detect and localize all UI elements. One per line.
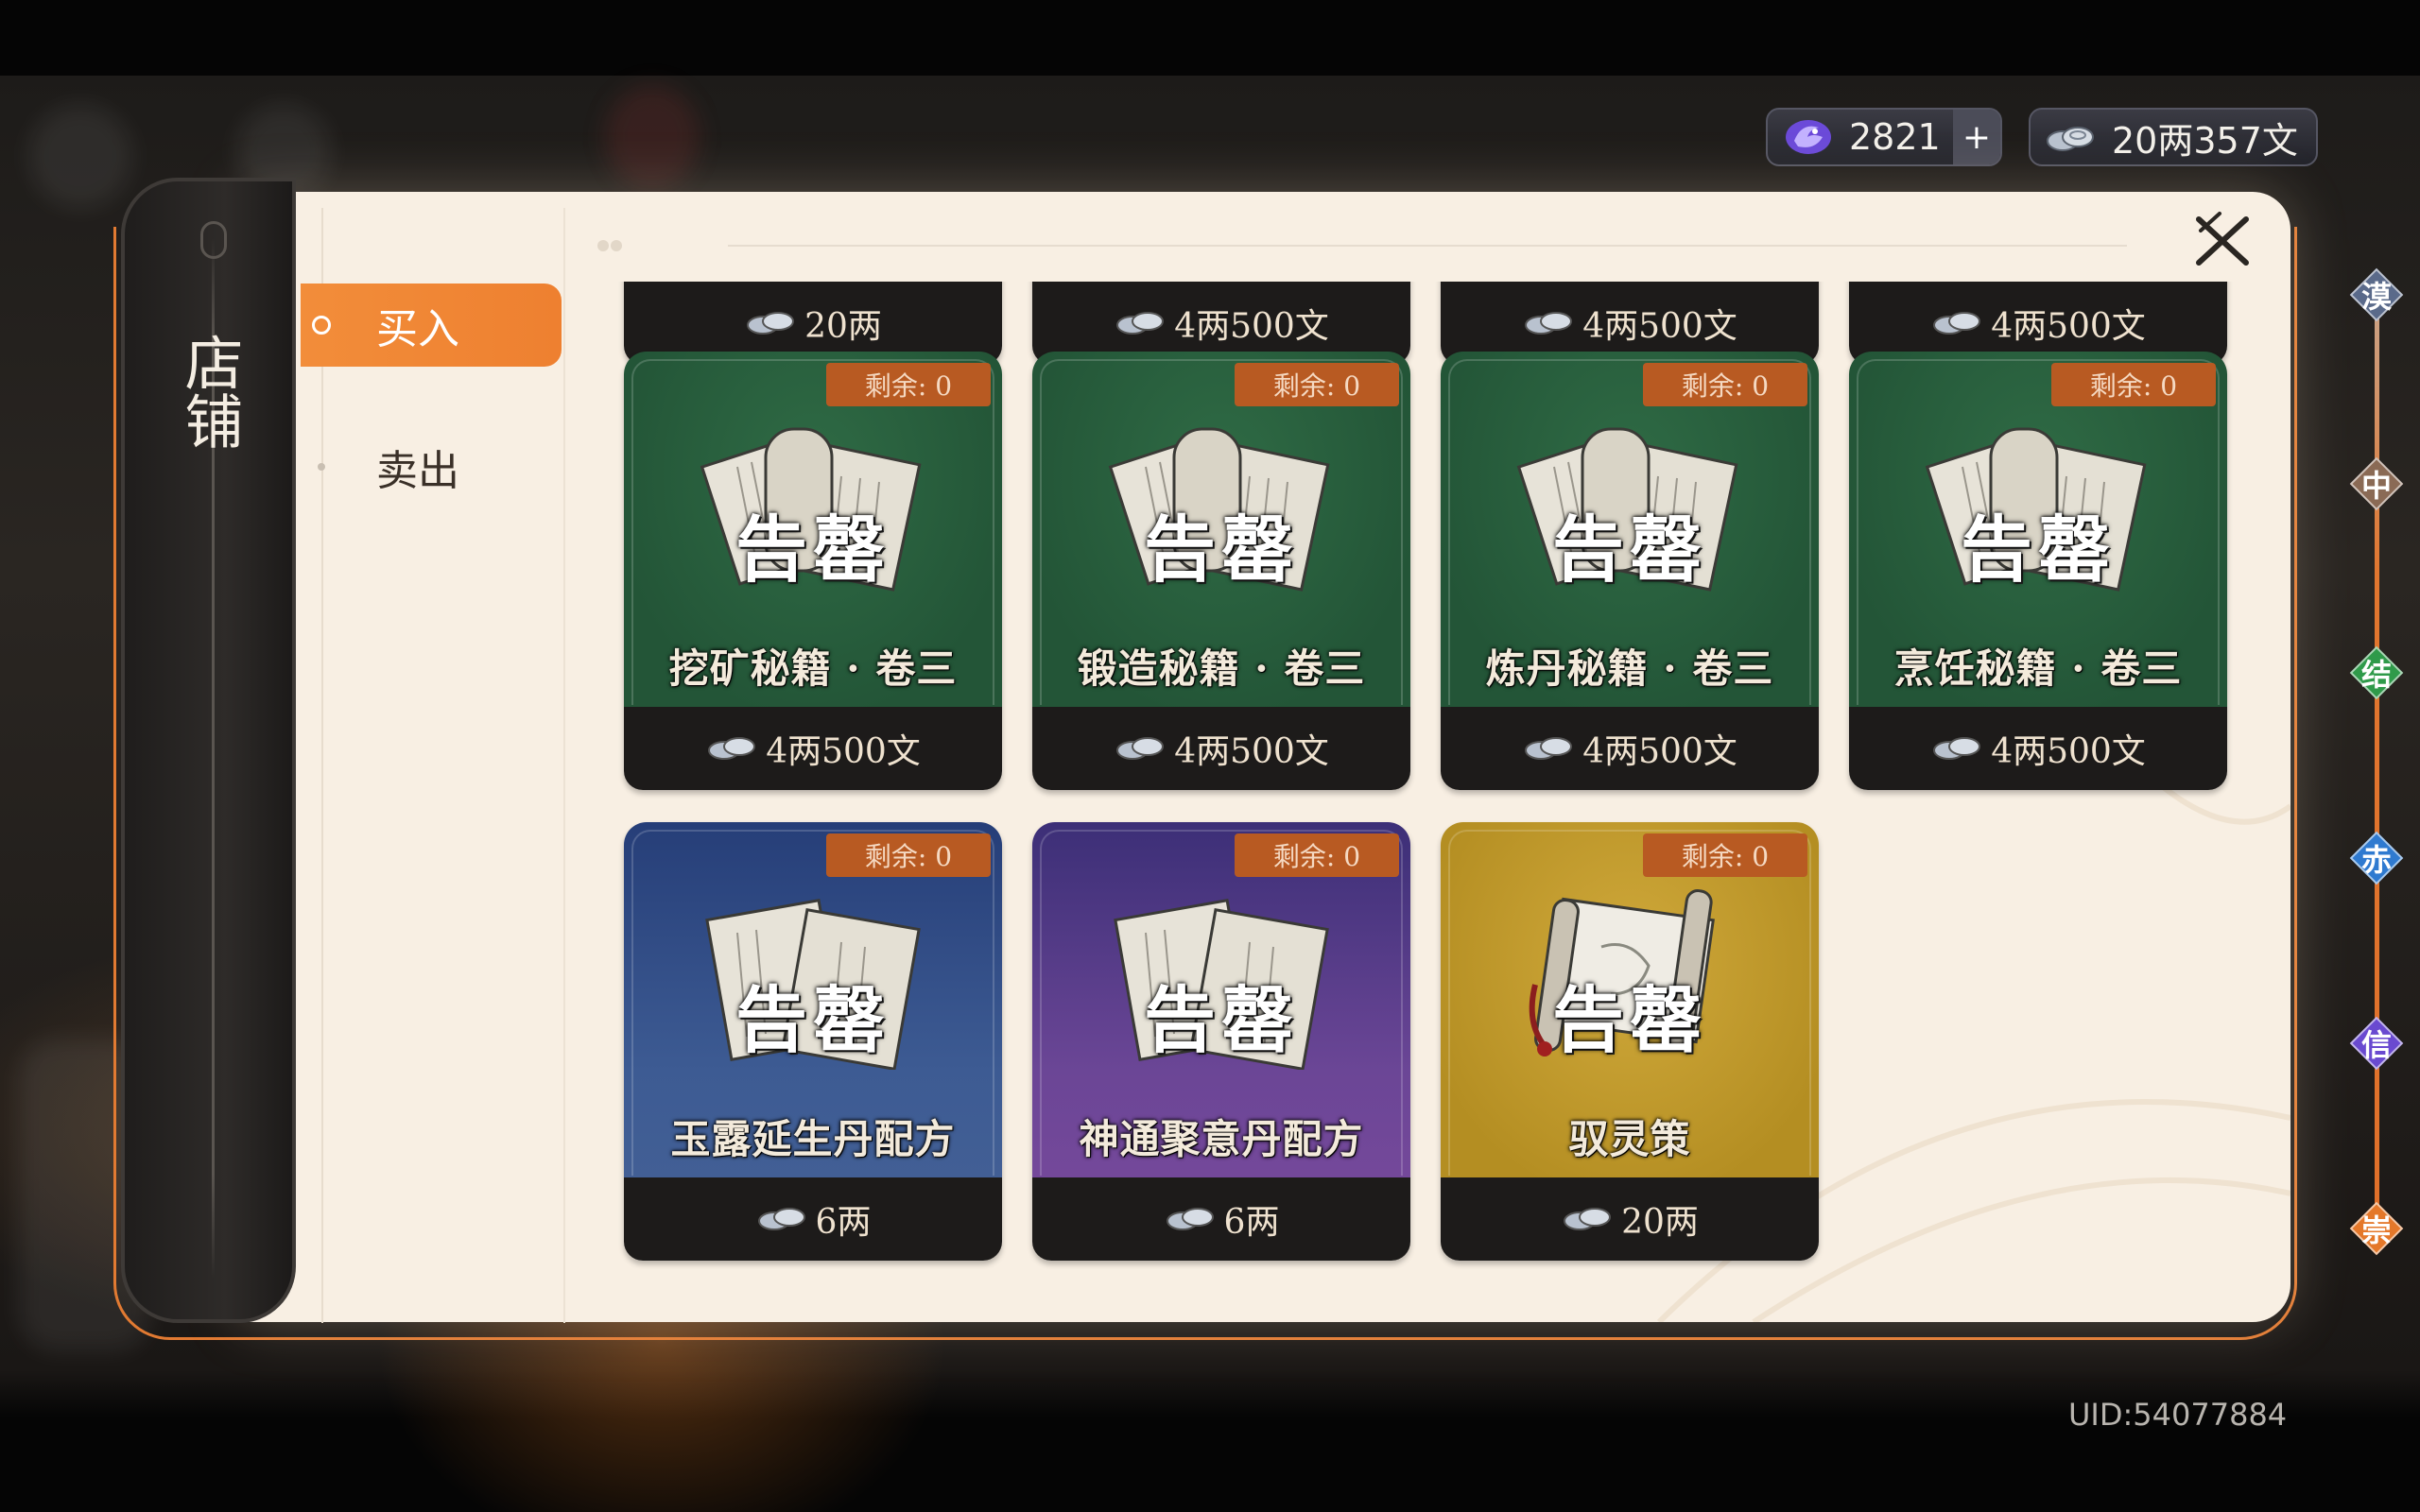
- item-remaining: 剩余: 0: [2051, 363, 2216, 406]
- item-card[interactable]: 剩余: 0 告罄玉露延生丹配方 6两: [624, 822, 1002, 1261]
- nav-label: 赤: [2360, 842, 2392, 878]
- item-name: 烹饪秘籍 · 卷三: [1893, 645, 2183, 692]
- item-name: 锻造秘籍 · 卷三: [1077, 645, 1366, 692]
- spirit-stone-icon: [1786, 120, 1831, 154]
- item-card[interactable]: 剩余: 0 告罄锻造秘籍 · 卷三 4两500文: [1032, 352, 1410, 790]
- right-nav-line: [2375, 293, 2379, 1228]
- money-value: 20两357文: [2112, 119, 2298, 162]
- nav-label: 漠: [2360, 279, 2392, 315]
- shop-title: 店铺: [174, 333, 244, 450]
- item-price: 4两500文: [1032, 707, 1410, 790]
- item-remaining: 剩余: 0: [826, 363, 991, 406]
- item-price-value: 4两500文: [766, 732, 921, 771]
- item-name: 神通聚意丹配方: [1079, 1116, 1364, 1162]
- item-grid: 20两 4两500文 4两500文 4两500文 剩余: 0 告罄 挖矿秘籍 · 卷…: [605, 282, 2250, 1283]
- side-knob: [200, 221, 227, 259]
- item-price: 4两500文: [1441, 707, 1819, 790]
- close-icon: [2196, 212, 2249, 266]
- right-nav-item[interactable]: 结: [2349, 645, 2404, 700]
- right-nav-item[interactable]: 崇: [2349, 1201, 2404, 1256]
- money-counter: 20两357文: [2029, 108, 2318, 166]
- item-card[interactable]: 剩余: 0 告罄挖矿秘籍 · 卷三 4两500文: [624, 352, 1002, 790]
- right-nav-item[interactable]: 漠: [2349, 267, 2404, 322]
- nav-label: 中: [2360, 468, 2392, 504]
- spirit-stone-value: 2821: [1849, 116, 1941, 158]
- item-price-value: 6两: [815, 1203, 872, 1242]
- tab-dot: [318, 463, 325, 471]
- item-remaining: 剩余: 0: [1643, 833, 1807, 877]
- sold-out-stamp: 告罄: [1961, 507, 2116, 592]
- bg-blur-avatar: [28, 104, 132, 208]
- silver-coins-icon: [1116, 737, 1165, 760]
- item-price-value: 4两500文: [1991, 307, 2146, 346]
- item-remaining: 剩余: 0: [1235, 833, 1399, 877]
- silver-coins-icon: [1525, 737, 1573, 760]
- silver-coins-icon: [708, 737, 756, 760]
- item-price-value: 6两: [1223, 1203, 1280, 1242]
- item-price-value: 4两500文: [1174, 307, 1329, 346]
- tab-buy[interactable]: 买入: [301, 284, 562, 367]
- nav-label: 崇: [2360, 1212, 2392, 1248]
- item-remaining: 剩余: 0: [826, 833, 991, 877]
- nav-label: 信: [2360, 1027, 2392, 1063]
- tab-buy-label: 买入: [376, 305, 459, 353]
- tab-separator: [321, 208, 323, 1323]
- item-price: 4两500文: [624, 707, 1002, 790]
- item-name: 驭灵策: [1568, 1116, 1691, 1162]
- silver-coins-icon: [1116, 312, 1165, 335]
- scroll-top-strip: [597, 240, 2127, 251]
- tab-sell[interactable]: 卖出: [301, 425, 562, 508]
- item-card[interactable]: 剩余: 0 告罄驭灵策 20两: [1441, 822, 1819, 1261]
- item-price-value: 4两500文: [1174, 732, 1329, 771]
- silver-coins-icon: [1525, 312, 1573, 335]
- tab-sell-label: 卖出: [376, 447, 459, 495]
- bg-blur-icon: [605, 85, 700, 189]
- list-separator: [563, 208, 565, 1323]
- add-spirit-stone-button[interactable]: +: [1953, 110, 2000, 164]
- item-price-value: 20两: [1621, 1203, 1699, 1242]
- item-card[interactable]: 剩余: 0 告罄炼丹秘籍 · 卷三 4两500文: [1441, 352, 1819, 790]
- item-price: 4两500文: [1849, 707, 2227, 790]
- shop-side-banner: 店铺: [121, 178, 296, 1323]
- item-card[interactable]: 剩余: 0 告罄神通聚意丹配方 6两: [1032, 822, 1410, 1261]
- silver-coins-icon: [1564, 1208, 1612, 1230]
- right-nav-item[interactable]: 中: [2349, 456, 2404, 511]
- silver-coins-icon: [747, 312, 795, 335]
- item-price: 6两: [1032, 1177, 1410, 1261]
- item-remaining: 剩余: 0: [1643, 363, 1807, 406]
- item-price-value: 20两: [804, 307, 882, 346]
- item-name: 挖矿秘籍 · 卷三: [668, 645, 958, 692]
- close-button[interactable]: [2191, 210, 2254, 272]
- sold-out-stamp: 告罄: [735, 507, 890, 592]
- silver-coins-icon: [1933, 312, 1981, 335]
- spirit-stone-counter: 2821 +: [1766, 108, 2002, 166]
- item-remaining: 剩余: 0: [1235, 363, 1399, 406]
- sold-out-stamp: 告罄: [1552, 507, 1707, 592]
- user-id: UID:54077884: [2068, 1397, 2288, 1433]
- silver-coins-icon: [1933, 737, 1981, 760]
- sold-out-stamp: 告罄: [1144, 978, 1299, 1062]
- item-price-value: 4两500文: [1582, 307, 1737, 346]
- item-price-value: 4两500文: [1991, 732, 2146, 771]
- nav-label: 结: [2360, 657, 2392, 693]
- item-name: 玉露延生丹配方: [670, 1116, 956, 1162]
- item-price: 6两: [624, 1177, 1002, 1261]
- item-card[interactable]: 剩余: 0 告罄烹饪秘籍 · 卷三 4两500文: [1849, 352, 2227, 790]
- tab-active-dot: [312, 316, 331, 335]
- silver-coins-icon: [757, 1208, 805, 1230]
- right-nav-item[interactable]: 信: [2349, 1016, 2404, 1071]
- item-price: 20两: [1441, 1177, 1819, 1261]
- silver-coins-icon: [2047, 127, 2094, 151]
- silver-coins-icon: [1166, 1208, 1214, 1230]
- right-nav-item[interactable]: 赤: [2349, 831, 2404, 885]
- sold-out-stamp: 告罄: [1144, 507, 1299, 592]
- sold-out-stamp: 告罄: [735, 978, 890, 1062]
- item-name: 炼丹秘籍 · 卷三: [1485, 645, 1774, 692]
- item-price-value: 4两500文: [1582, 732, 1737, 771]
- sold-out-stamp: 告罄: [1552, 978, 1707, 1062]
